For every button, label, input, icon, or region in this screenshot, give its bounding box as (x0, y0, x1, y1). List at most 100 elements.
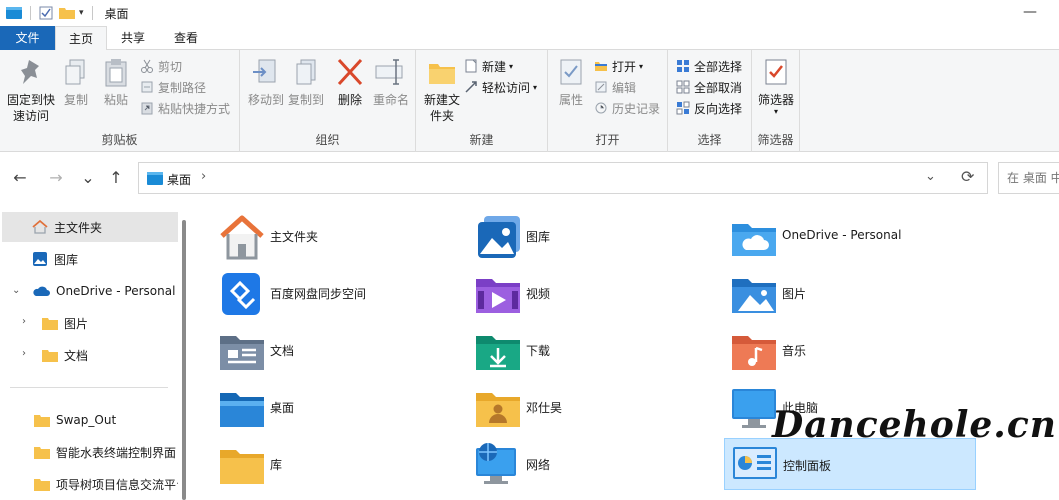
copy-path-button[interactable]: 复制路径 (140, 77, 206, 97)
tab-file[interactable]: 文件 (0, 26, 55, 50)
item-gallery[interactable]: 图库 (452, 210, 702, 262)
sidebar-item-gallery[interactable]: 图库 (2, 244, 178, 274)
item-label: 文档 (270, 344, 295, 358)
ribbon-tabs: 文件 主页 共享 查看 (0, 26, 1059, 51)
sidebar-item-water-meter[interactable]: 智能水表终端控制界面 (2, 437, 178, 467)
invert-selection-button[interactable]: 反向选择 (676, 98, 742, 118)
new-folder-quick-icon[interactable] (59, 6, 75, 20)
search-input[interactable]: 在 桌面 中搜索 (998, 162, 1059, 194)
paste-button[interactable]: 粘贴 (98, 56, 134, 108)
paste-shortcut-button[interactable]: 粘贴快捷方式 (140, 98, 230, 118)
refresh-button[interactable]: ⟳ (961, 167, 974, 186)
address-bar[interactable]: 桌面 › ⌄ ⟳ (138, 162, 988, 194)
invert-selection-label: 反向选择 (694, 101, 743, 116)
open-group-label: 打开 (595, 133, 620, 147)
item-libraries[interactable]: 库 (196, 438, 446, 490)
recent-locations-button[interactable]: ⌄ (78, 168, 98, 188)
pin-quick-access-button[interactable]: 固定到快速访问 (4, 56, 58, 124)
network-icon (476, 443, 516, 484)
item-downloads[interactable]: 下载 (452, 324, 702, 376)
sidebar-item-onedrive[interactable]: OneDrive - Personal (2, 276, 178, 306)
item-home[interactable]: 主文件夹 (196, 210, 446, 262)
item-label: 库 (270, 458, 283, 472)
item-label: 视频 (526, 287, 551, 301)
rename-label: 重命名 (372, 93, 409, 107)
properties-button[interactable]: 属性 (552, 56, 590, 108)
this-pc-icon (732, 389, 776, 428)
open-group: 属性 打开 ▾ 编辑 历史记录 打开 (548, 50, 668, 152)
sidebar-item-label: Swap_Out (56, 413, 117, 427)
sidebar-scrollbar[interactable] (182, 220, 186, 500)
minimize-button[interactable]: — (1023, 4, 1037, 20)
item-documents[interactable]: 文档 (196, 324, 446, 376)
edit-label: 编辑 (612, 80, 637, 95)
copy-button[interactable]: 复制 (58, 56, 94, 108)
cut-button[interactable]: 剪切 (140, 56, 182, 76)
tab-home[interactable]: 主页 (55, 26, 107, 51)
folder-icon (42, 317, 58, 330)
rename-button[interactable]: 重命名 (368, 56, 414, 108)
delete-button[interactable]: 删除 (332, 56, 368, 108)
new-folder-button[interactable]: 新建文件夹 (420, 56, 464, 124)
folder-icon (42, 349, 58, 362)
sidebar-item-home[interactable]: 主文件夹 (2, 212, 178, 242)
new-group-label: 新建 (469, 133, 494, 147)
item-videos[interactable]: 视频 (452, 267, 702, 319)
cut-label: 剪切 (158, 59, 183, 74)
copy-to-icon (296, 59, 316, 85)
sidebar-item-pictures[interactable]: 图片 (2, 308, 178, 338)
downloads-folder-icon (476, 336, 520, 370)
address-segment-desktop[interactable]: 桌面 (167, 171, 191, 188)
item-user-folder[interactable]: 邓仕昊 (452, 381, 702, 433)
item-music[interactable]: 音乐 (708, 324, 958, 376)
item-onedrive[interactable]: OneDrive - Personal (708, 210, 958, 262)
gallery-icon (33, 252, 47, 266)
select-group-label: 选择 (697, 133, 722, 147)
item-baidu-netdisk[interactable]: 百度网盘同步空间 (196, 267, 446, 319)
pin-icon (21, 60, 39, 84)
title-bar: ▾ 桌面 — (0, 0, 1059, 26)
organize-group: 移动到 复制到 删除 重命名 组织 (240, 50, 416, 152)
control-panel-icon (733, 447, 777, 479)
easy-access-button[interactable]: 轻松访问 ▾ (464, 77, 537, 97)
forward-button[interactable]: → (46, 168, 66, 188)
open-button[interactable]: 打开 ▾ (594, 56, 643, 76)
user-folder-icon (476, 393, 520, 427)
sidebar-item-label: 项导树项目信息交流平台 (56, 477, 178, 492)
back-button[interactable]: ← (10, 168, 30, 188)
history-button[interactable]: 历史记录 (594, 98, 660, 118)
sidebar-item-swap-out[interactable]: Swap_Out (2, 405, 178, 435)
up-button[interactable]: ↑ (106, 168, 126, 188)
sidebar-item-label: 文档 (64, 348, 89, 363)
copy-to-label: 复制到 (287, 93, 324, 107)
new-item-button[interactable]: 新建 ▾ (464, 56, 513, 76)
item-desktop[interactable]: 桌面 (196, 381, 446, 433)
select-all-button[interactable]: 全部选择 (676, 56, 742, 76)
filter-button[interactable]: 筛选器 ▾ (756, 56, 796, 116)
edit-button[interactable]: 编辑 (594, 77, 636, 97)
sidebar-item-project-platform[interactable]: 项导树项目信息交流平台 (2, 469, 178, 499)
window-title: 桌面 (104, 6, 129, 21)
item-label: OneDrive - Personal (782, 228, 902, 242)
copy-to-button[interactable]: 复制到 (286, 56, 326, 108)
quick-access-dropdown-icon[interactable]: ▾ (79, 8, 84, 18)
item-network[interactable]: 网络 (452, 438, 702, 490)
gallery-icon (478, 216, 520, 258)
delete-label: 删除 (337, 93, 362, 107)
new-item-icon (465, 59, 477, 73)
tab-share[interactable]: 共享 (110, 26, 156, 50)
properties-check-icon[interactable] (39, 6, 53, 20)
file-list: 主文件夹 图库 OneDrive - Personal 百度网盘同步空间 视频 … (196, 204, 1059, 500)
select-none-button[interactable]: 全部取消 (676, 77, 742, 97)
select-all-icon (677, 60, 689, 72)
navigation-bar: ← → ⌄ ↑ 桌面 › ⌄ ⟳ 在 桌面 中搜索 (0, 160, 1059, 196)
move-to-button[interactable]: 移动到 (244, 56, 288, 108)
sidebar-item-documents[interactable]: 文档 (2, 340, 178, 370)
clipboard-group: 固定到快速访问 复制 粘贴 剪切 复制路径 粘贴快捷方式 剪贴板 (0, 50, 240, 152)
item-label: 控制面板 (783, 459, 832, 473)
address-chevron-icon[interactable]: › (201, 169, 206, 184)
item-pictures[interactable]: 图片 (708, 267, 958, 319)
tab-view[interactable]: 查看 (160, 26, 212, 50)
address-history-dropdown[interactable]: ⌄ (925, 169, 936, 184)
paste-shortcut-icon (141, 102, 153, 115)
